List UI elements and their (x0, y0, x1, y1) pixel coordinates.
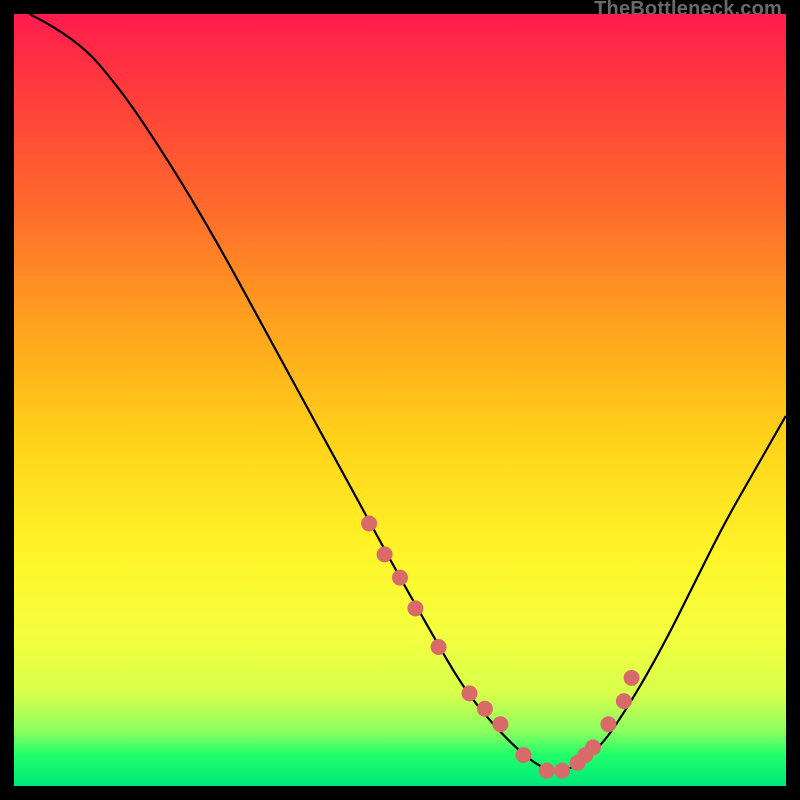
chart-background-gradient (14, 14, 786, 786)
chart-frame (14, 14, 786, 786)
